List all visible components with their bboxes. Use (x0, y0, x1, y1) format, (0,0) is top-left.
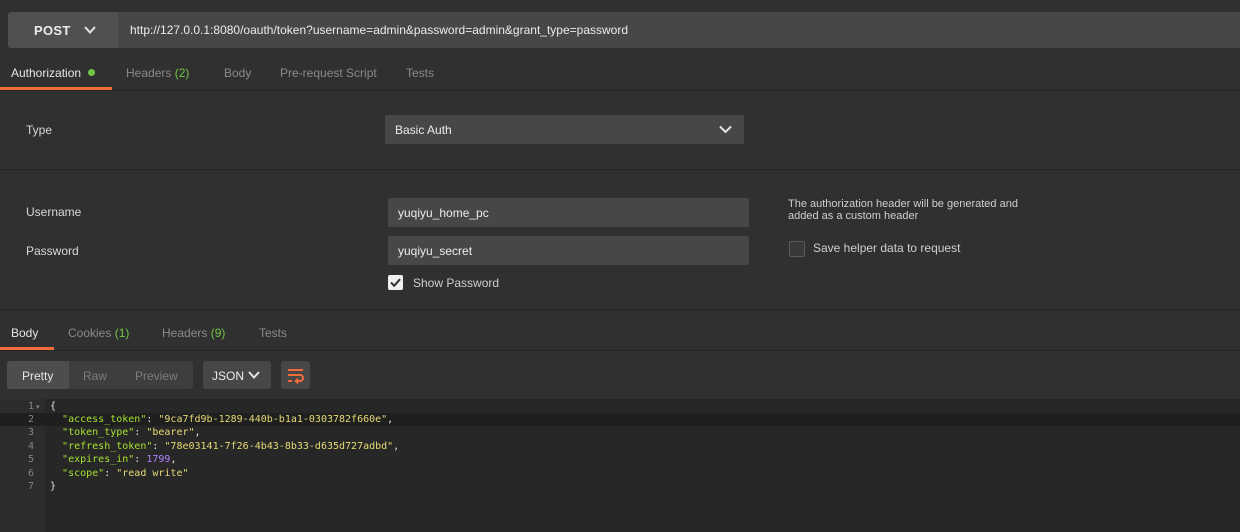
code-line: "scope": "read write" (62, 468, 189, 479)
tab-cookies[interactable]: Cookies (1) (68, 326, 129, 340)
code-line: { (50, 401, 56, 412)
auth-header-note: The authorization header will be generat… (788, 198, 1018, 222)
method-label: POST (34, 23, 71, 38)
tab-label: Body (11, 326, 39, 340)
response-body-editor[interactable]: ▾ 1 2 3 4 5 6 7 { "access_token": "9ca7f… (0, 399, 1240, 532)
line-number: 7 (27, 481, 34, 492)
json-value: "78e03141-7f26-4b43-8b33-d635d727adbd" (164, 441, 394, 452)
format-value: JSON (212, 369, 245, 383)
wrap-lines-button[interactable] (281, 361, 310, 389)
pretty-button[interactable]: Pretty (22, 369, 53, 383)
json-key: "expires_in" (62, 454, 135, 465)
json-value: "bearer" (146, 427, 195, 438)
auth-type-value: Basic Auth (395, 123, 452, 137)
tab-label: Headers (126, 66, 172, 80)
password-label: Password (26, 244, 79, 258)
url-bar: POST http://127.0.0.1:8080/oauth/token?u… (0, 0, 1240, 62)
auth-type-select[interactable]: Basic Auth (385, 115, 744, 144)
save-helper-label: Save helper data to request (813, 241, 961, 255)
tab-count: (2) (174, 66, 190, 80)
json-comma: , (194, 427, 201, 438)
tab-label: Cookies (68, 326, 112, 340)
username-value: yuqiyu_home_pc (398, 206, 489, 220)
line-number: 6 (27, 468, 34, 479)
url-text: http://127.0.0.1:8080/oauth/token?userna… (130, 23, 628, 37)
status-dot-icon (88, 69, 96, 76)
method-select[interactable]: POST (8, 12, 118, 48)
preview-button[interactable]: Preview (135, 369, 178, 383)
tab-count: (9) (210, 326, 226, 340)
raw-button[interactable]: Raw (83, 369, 107, 383)
code-line: } (50, 481, 56, 492)
show-password-label: Show Password (413, 276, 500, 290)
json-comma: , (387, 414, 394, 425)
tab-count: (1) (114, 326, 130, 340)
tab-authorization[interactable]: Authorization (11, 66, 96, 80)
json-comma: , (170, 454, 177, 465)
json-brace: { (50, 401, 57, 412)
code-line: "refresh_token": "78e03141-7f26-4b43-8b3… (62, 441, 400, 452)
line-number: 1 (27, 401, 34, 412)
auth-type-section: Type Basic Auth (0, 91, 1240, 169)
divider (0, 309, 1240, 310)
json-key: "access_token" (62, 414, 147, 425)
json-comma: , (393, 441, 400, 452)
type-label: Type (26, 123, 53, 137)
code-line: "expires_in": 1799, (62, 454, 177, 465)
tab-response-tests[interactable]: Tests (259, 326, 287, 340)
tab-label: Authorization (11, 66, 82, 80)
line-number: 3 (27, 427, 34, 438)
password-field[interactable]: yuqiyu_secret (388, 236, 749, 265)
username-label: Username (26, 205, 82, 219)
fold-arrow-icon[interactable]: ▾ (36, 403, 40, 411)
tab-label: Tests (406, 66, 435, 80)
format-select[interactable]: JSON (203, 361, 271, 389)
wrap-lines-icon (288, 369, 304, 385)
line-number: 2 (27, 414, 34, 425)
tab-headers[interactable]: Headers (2) (126, 66, 189, 80)
show-password-checkbox[interactable] (388, 275, 403, 290)
password-value: yuqiyu_secret (398, 244, 473, 258)
line-number: 4 (27, 441, 34, 452)
tab-response-body[interactable]: Body (11, 326, 38, 340)
code-line: "token_type": "bearer", (62, 427, 201, 438)
line-number: 5 (27, 454, 34, 465)
tab-label: Headers (162, 326, 208, 340)
json-key: "token_type" (62, 427, 135, 438)
tab-label: Tests (259, 326, 288, 340)
json-value: 1799 (146, 454, 171, 465)
tab-label: Body (224, 66, 252, 80)
url-input[interactable]: http://127.0.0.1:8080/oauth/token?userna… (118, 12, 1240, 48)
json-brace: } (50, 481, 57, 492)
json-value: "read write" (116, 468, 189, 479)
chevron-down-icon (248, 371, 260, 379)
tab-tests[interactable]: Tests (406, 66, 434, 80)
username-field[interactable]: yuqiyu_home_pc (388, 198, 749, 227)
json-key: "refresh_token" (62, 441, 153, 452)
code-line: "access_token": "9ca7fd9b-1289-440b-b1a1… (62, 414, 394, 425)
save-helper-checkbox[interactable] (789, 241, 805, 257)
tab-response-headers[interactable]: Headers (9) (162, 326, 225, 340)
json-value: "9ca7fd9b-1289-440b-b1a1-0303782f660e" (158, 414, 388, 425)
tab-pre-request-script[interactable]: Pre-request Script (280, 66, 377, 80)
checkmark-icon (390, 278, 401, 288)
divider (0, 350, 1240, 351)
tab-label: Pre-request Script (280, 66, 377, 80)
view-mode-group: Pretty Raw Preview (7, 361, 193, 389)
chevron-down-icon (719, 125, 732, 134)
divider (0, 169, 1240, 170)
chevron-down-icon (84, 26, 96, 34)
tab-body[interactable]: Body (224, 66, 251, 80)
json-key: "scope" (62, 468, 105, 479)
